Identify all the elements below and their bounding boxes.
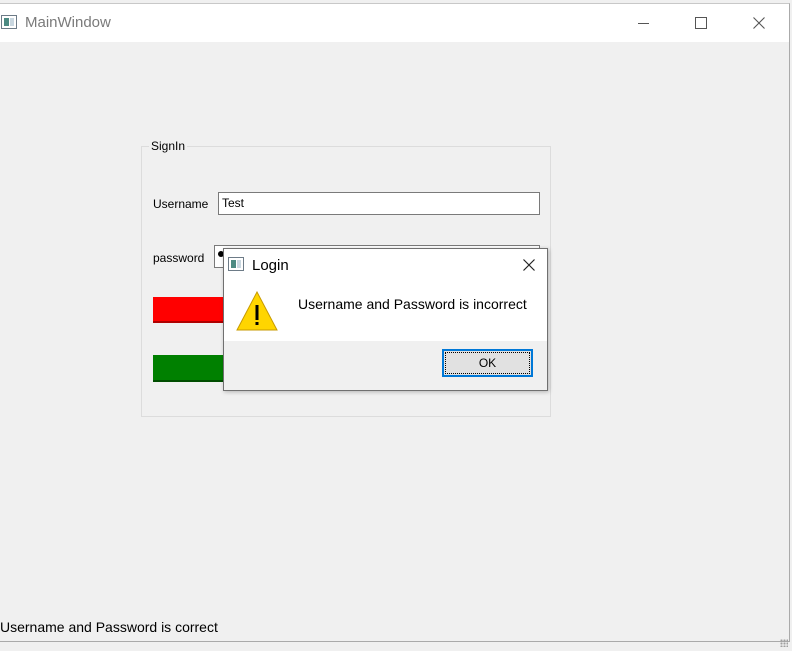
close-icon [523, 259, 535, 271]
status-bar-message: Username and Password is correct [0, 619, 218, 635]
username-label: Username [153, 197, 209, 211]
app-window-icon [1, 15, 17, 29]
dialog-message: Username and Password is incorrect [298, 296, 527, 312]
green-button[interactable] [153, 355, 225, 382]
username-input[interactable]: Test [218, 192, 540, 215]
dialog-title-bar[interactable]: Login [224, 249, 547, 281]
main-title-bar[interactable]: MainWindow [0, 4, 789, 42]
dialog-close-button[interactable] [510, 249, 548, 281]
close-icon [753, 17, 765, 29]
main-window-title: MainWindow [25, 14, 111, 31]
login-dialog: Login Username and Password is incorrect… [223, 248, 548, 391]
minimize-icon [637, 22, 649, 24]
minimize-button[interactable] [614, 4, 672, 42]
password-label: password [153, 251, 205, 265]
signin-group-title: SignIn [149, 139, 188, 153]
maximize-button[interactable] [672, 4, 730, 42]
maximize-icon [695, 17, 707, 29]
ok-button[interactable]: OK [442, 349, 533, 377]
dialog-body: Username and Password is incorrect [224, 281, 547, 341]
focus-rectangle [445, 352, 530, 374]
close-button[interactable] [730, 4, 788, 42]
warning-icon [236, 291, 278, 331]
dialog-title: Login [252, 257, 289, 274]
size-grip[interactable] [780, 639, 788, 647]
dialog-window-icon [228, 257, 244, 271]
red-button[interactable] [153, 297, 225, 323]
